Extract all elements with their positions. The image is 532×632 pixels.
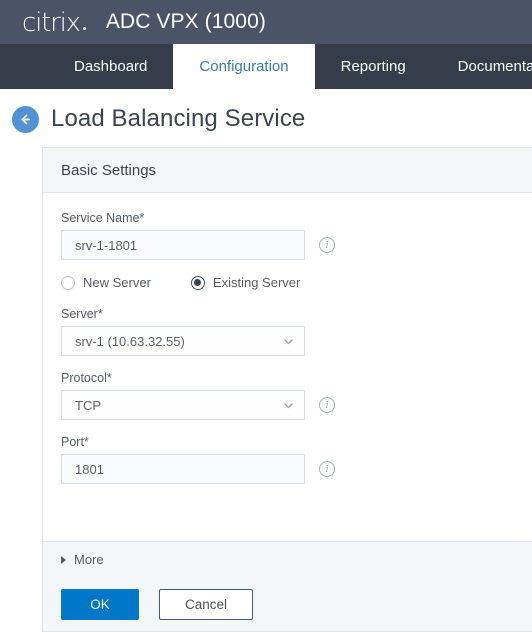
app-title: ADC VPX (1000) (105, 10, 266, 33)
page-header: Load Balancing Service (0, 89, 532, 147)
service-name-row: i (61, 230, 532, 260)
protocol-row: TCP i (61, 390, 532, 420)
service-name-label: Service Name* (61, 211, 145, 225)
radio-existing-server[interactable]: Existing Server (190, 275, 301, 290)
service-name-input[interactable] (61, 230, 305, 260)
tab-dashboard[interactable]: Dashboard (48, 44, 173, 89)
server-type-radio-group: New Server Existing Server (61, 275, 532, 290)
form-footer: OK Cancel (42, 577, 532, 632)
radio-new-server[interactable]: New Server (61, 275, 151, 290)
ok-button[interactable]: OK (61, 588, 139, 620)
port-field: Port* i (61, 435, 532, 484)
back-arrow-icon[interactable] (12, 105, 39, 133)
tab-configuration[interactable]: Configuration (173, 44, 315, 89)
service-name-field: Service Name* i (61, 211, 532, 260)
port-label: Port* (61, 435, 89, 449)
tab-documentation[interactable]: Documentati (432, 44, 532, 89)
chevron-down-icon (282, 335, 295, 348)
radio-existing-server-mark (190, 275, 205, 290)
cancel-button[interactable]: Cancel (159, 588, 253, 620)
server-select[interactable]: srv-1 (10.63.32.55) (61, 326, 305, 356)
basic-settings-form: Service Name* i New Server Existing Serv… (43, 193, 532, 484)
radio-new-server-label: New Server (83, 275, 151, 290)
server-label: Server* (61, 307, 103, 321)
server-field: Server* srv-1 (10.63.32.55) (61, 307, 532, 356)
brand-bar: citrix ADC VPX (1000) (0, 0, 532, 44)
chevron-down-icon (282, 399, 295, 412)
main-tab-bar: Dashboard Configuration Reporting Docume… (0, 44, 532, 89)
protocol-label: Protocol* (61, 371, 112, 385)
triangle-right-icon (61, 555, 66, 564)
tab-reporting[interactable]: Reporting (315, 44, 432, 89)
citrix-logo-text: citrix (22, 8, 81, 38)
radio-new-server-mark (61, 275, 75, 290)
protocol-select-value: TCP (75, 397, 101, 413)
protocol-info-icon[interactable]: i (319, 397, 335, 413)
more-label: More (74, 552, 104, 567)
section-title: Basic Settings (43, 148, 532, 193)
page-title: Load Balancing Service (51, 105, 306, 132)
citrix-logo-dot (82, 27, 86, 30)
server-select-value: srv-1 (10.63.32.55) (75, 333, 185, 349)
more-expander[interactable]: More (43, 541, 532, 577)
radio-existing-server-label: Existing Server (212, 275, 301, 290)
citrix-logo: citrix (22, 10, 86, 36)
port-input[interactable] (61, 454, 305, 484)
basic-settings-card: Basic Settings Service Name* i New Serve… (42, 147, 532, 577)
port-info-icon[interactable]: i (319, 461, 335, 477)
service-name-info-icon[interactable]: i (319, 237, 335, 253)
protocol-select[interactable]: TCP (61, 390, 305, 420)
protocol-field: Protocol* TCP i (61, 371, 532, 420)
port-row: i (61, 454, 532, 484)
server-row: srv-1 (10.63.32.55) (61, 326, 532, 356)
